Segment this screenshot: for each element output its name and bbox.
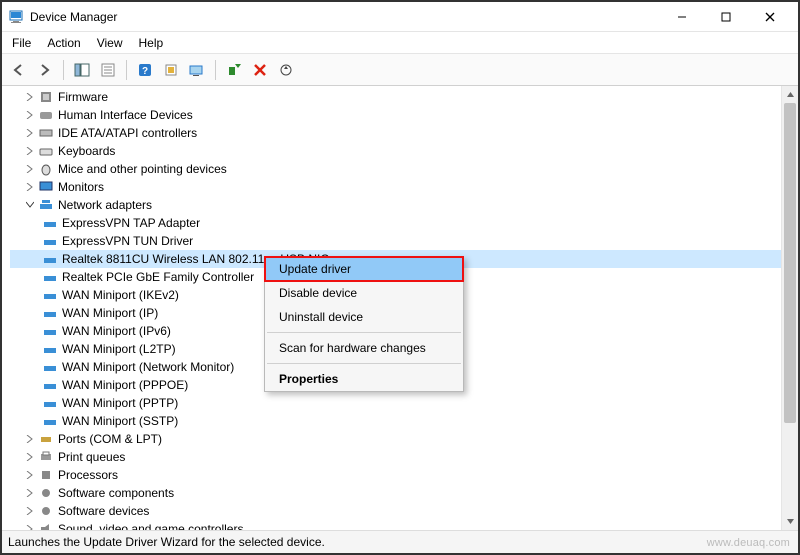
ctx-update-driver[interactable]: Update driver [265,257,463,281]
network-adapter-icon [42,377,58,393]
devices-by-type-button[interactable] [186,59,208,81]
tree-node-software-components[interactable]: Software components [10,484,781,502]
network-adapter-icon [42,395,58,411]
menu-help[interactable]: Help [139,36,164,50]
tree-node-mice[interactable]: Mice and other pointing devices [10,160,781,178]
toolbar-separator [126,60,127,80]
ctx-disable-device[interactable]: Disable device [265,281,463,305]
menu-view[interactable]: View [97,36,123,50]
speaker-icon [38,521,54,530]
firmware-icon [38,89,54,105]
menu-action[interactable]: Action [47,36,80,50]
action-center-button[interactable] [160,59,182,81]
toolbar-separator [215,60,216,80]
scroll-up-icon[interactable] [782,86,798,103]
mouse-icon [38,161,54,177]
chevron-right-icon[interactable] [24,127,36,139]
chevron-right-icon[interactable] [24,451,36,463]
close-button[interactable] [748,3,792,31]
cpu-icon [38,467,54,483]
storage-icon [38,125,54,141]
tree-node-monitors[interactable]: Monitors [10,178,781,196]
tree-node-ide[interactable]: IDE ATA/ATAPI controllers [10,124,781,142]
monitor-icon [38,179,54,195]
show-hide-tree-button[interactable] [71,59,93,81]
enable-button[interactable] [223,59,245,81]
tree-node-ports[interactable]: Ports (COM & LPT) [10,430,781,448]
network-adapter-icon [42,413,58,429]
tree-item-tun[interactable]: ExpressVPN TUN Driver [10,232,781,250]
svg-text:?: ? [142,66,148,77]
ctx-properties[interactable]: Properties [265,367,463,391]
uninstall-button[interactable] [249,59,271,81]
network-adapter-icon [42,215,58,231]
gear-icon [38,503,54,519]
app-icon [8,9,24,25]
network-icon [38,197,54,213]
vertical-scrollbar[interactable] [781,86,798,530]
network-adapter-icon [42,287,58,303]
ctx-scan-hardware[interactable]: Scan for hardware changes [265,336,463,360]
chevron-right-icon[interactable] [24,109,36,121]
back-button[interactable] [8,59,30,81]
tree-node-processors[interactable]: Processors [10,466,781,484]
menubar: File Action View Help [2,32,798,54]
tree-node-network-adapters[interactable]: Network adapters [10,196,781,214]
scroll-track[interactable] [782,103,798,513]
chevron-right-icon[interactable] [24,181,36,193]
titlebar: Device Manager [2,2,798,32]
network-adapter-icon [42,233,58,249]
network-adapter-icon [42,359,58,375]
tree-node-firmware[interactable]: Firmware [10,88,781,106]
printer-icon [38,449,54,465]
network-adapter-icon [42,269,58,285]
toolbar: ? [2,54,798,86]
chevron-right-icon[interactable] [24,487,36,499]
network-adapter-icon [42,341,58,357]
scan-hardware-button[interactable] [275,59,297,81]
chevron-right-icon[interactable] [24,433,36,445]
tree-item-wan-sstp[interactable]: WAN Miniport (SSTP) [10,412,781,430]
gear-icon [38,485,54,501]
scroll-down-icon[interactable] [782,513,798,530]
statusbar: Launches the Update Driver Wizard for th… [2,531,798,553]
tree-node-keyboards[interactable]: Keyboards [10,142,781,160]
ctx-separator [267,332,461,333]
chevron-right-icon[interactable] [24,91,36,103]
minimize-button[interactable] [660,3,704,31]
window-controls [660,3,792,31]
device-manager-window: Device Manager File Action View Help ? [0,0,800,555]
toolbar-separator [63,60,64,80]
network-adapter-icon [42,323,58,339]
chevron-right-icon[interactable] [24,145,36,157]
port-icon [38,431,54,447]
maximize-button[interactable] [704,3,748,31]
hid-icon [38,107,54,123]
tree-node-sound[interactable]: Sound, video and game controllers [10,520,781,530]
content-area: Firmware Human Interface Devices IDE ATA… [2,86,798,531]
keyboard-icon [38,143,54,159]
properties-button[interactable] [97,59,119,81]
chevron-down-icon[interactable] [24,199,36,211]
ctx-uninstall-device[interactable]: Uninstall device [265,305,463,329]
ctx-separator [267,363,461,364]
chevron-right-icon[interactable] [24,163,36,175]
status-text: Launches the Update Driver Wizard for th… [8,535,325,549]
tree-item-tap[interactable]: ExpressVPN TAP Adapter [10,214,781,232]
chevron-right-icon[interactable] [24,469,36,481]
chevron-right-icon[interactable] [24,523,36,530]
tree-item-wan-pptp[interactable]: WAN Miniport (PPTP) [10,394,781,412]
help-button[interactable]: ? [134,59,156,81]
forward-button[interactable] [34,59,56,81]
menu-file[interactable]: File [12,36,31,50]
tree-node-software-devices[interactable]: Software devices [10,502,781,520]
tree-node-hid[interactable]: Human Interface Devices [10,106,781,124]
chevron-right-icon[interactable] [24,505,36,517]
window-title: Device Manager [30,10,117,24]
scroll-thumb[interactable] [784,103,796,423]
tree-node-print-queues[interactable]: Print queues [10,448,781,466]
network-adapter-icon [42,305,58,321]
network-adapter-icon [42,251,58,267]
context-menu: Update driver Disable device Uninstall d… [264,256,464,392]
